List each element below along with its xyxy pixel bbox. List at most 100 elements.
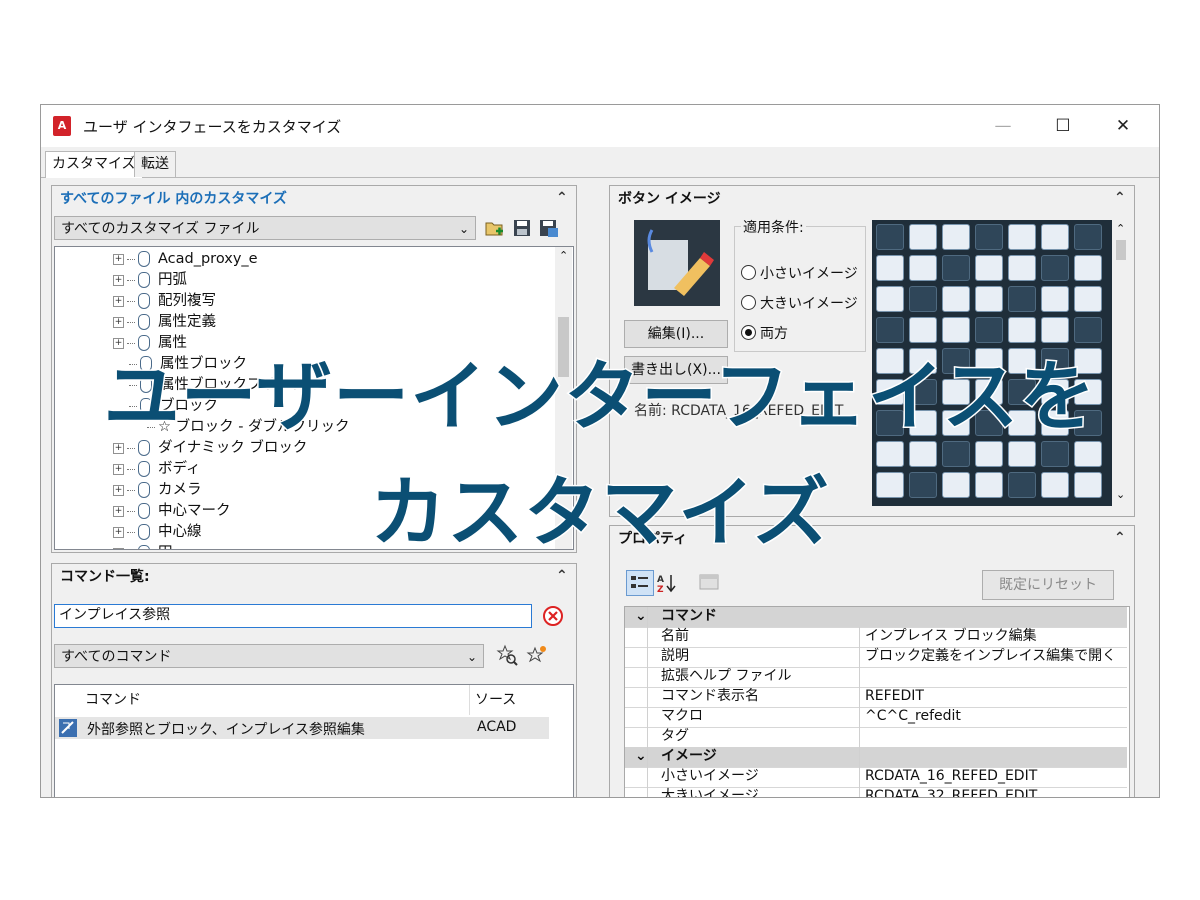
palette-image-icon[interactable] <box>942 224 970 250</box>
property-row[interactable]: コマンド表示名 REFEDIT <box>625 687 1127 708</box>
tree-item[interactable]: + 配列複写 <box>113 291 216 312</box>
palette-image-icon[interactable] <box>975 255 1003 281</box>
palette-image-icon[interactable] <box>942 286 970 312</box>
palette-image-icon[interactable] <box>1041 255 1069 281</box>
property-row[interactable]: 小さいイメージ RCDATA_16_REFED_EDIT <box>625 767 1127 788</box>
maximize-button[interactable]: ☐ <box>1037 109 1089 143</box>
palette-image-icon[interactable] <box>1008 286 1036 312</box>
title-bar: A ユーザ インタフェースをカスタマイズ — ☐ ✕ <box>41 105 1159 147</box>
palette-image-icon[interactable] <box>1041 224 1069 250</box>
command-list-header: コマンド一覧: <box>60 569 150 585</box>
column-header-command[interactable]: コマンド <box>85 689 141 709</box>
palette-image-icon[interactable] <box>975 286 1003 312</box>
mouse-icon <box>138 293 150 309</box>
palette-image-icon[interactable] <box>1074 255 1102 281</box>
collapse-icon[interactable]: ⌃ <box>1114 190 1126 206</box>
palette-image-icon[interactable] <box>975 317 1003 343</box>
tab-customize[interactable]: カスタマイズ <box>45 151 143 178</box>
scroll-up-icon[interactable]: ⌃ <box>559 249 568 262</box>
radio-large-image[interactable]: 大きいイメージ <box>741 293 858 313</box>
new-command-icon[interactable] <box>526 644 548 666</box>
property-row[interactable]: マクロ ^C^C_refedit <box>625 707 1127 728</box>
palette-image-icon[interactable] <box>1041 441 1069 467</box>
tab-transfer[interactable]: 転送 <box>134 151 176 177</box>
scroll-up-icon[interactable]: ⌃ <box>1116 222 1125 235</box>
palette-image-icon[interactable] <box>909 224 937 250</box>
radio-both[interactable]: 両方 <box>741 323 788 343</box>
collapse-icon[interactable]: ⌃ <box>556 568 568 584</box>
property-row[interactable]: 説明 ブロック定義をインプレイス編集で開く <box>625 647 1127 668</box>
mouse-icon <box>138 314 150 330</box>
property-row[interactable]: タグ <box>625 727 1127 748</box>
palette-image-icon[interactable] <box>1074 441 1102 467</box>
palette-image-icon[interactable] <box>1008 441 1036 467</box>
palette-image-icon[interactable] <box>1041 317 1069 343</box>
save-as-icon[interactable] <box>538 218 560 238</box>
palette-image-icon[interactable] <box>876 224 904 250</box>
customizations-header: すべてのファイル 内のカスタマイズ <box>60 191 287 207</box>
palette-image-icon[interactable] <box>876 286 904 312</box>
mouse-icon <box>138 272 150 288</box>
palette-image-icon[interactable] <box>942 317 970 343</box>
customization-file-value: すべてのカスタマイズ ファイル <box>61 221 260 237</box>
palette-image-icon[interactable] <box>1041 286 1069 312</box>
property-row[interactable]: 拡張ヘルプ ファイル <box>625 667 1127 688</box>
scrollbar-thumb[interactable] <box>1116 240 1126 260</box>
palette-image-icon[interactable] <box>1074 317 1102 343</box>
sort-alpha-icon[interactable]: AZ <box>656 572 678 595</box>
tree-item[interactable]: + Acad_proxy_e <box>113 249 258 270</box>
palette-image-icon[interactable] <box>876 255 904 281</box>
edit-image-button[interactable]: 編集(I)... <box>624 320 728 348</box>
palette-image-icon[interactable] <box>975 441 1003 467</box>
large-image-preview-icon <box>634 220 720 306</box>
close-button[interactable]: ✕ <box>1097 109 1149 143</box>
command-filter-value: すべてのコマンド <box>61 649 172 665</box>
command-filter-select[interactable]: すべてのコマンド ⌄ <box>54 644 484 668</box>
tree-item[interactable]: + 属性 <box>113 333 187 354</box>
palette-image-icon[interactable] <box>1074 286 1102 312</box>
tree-item[interactable]: + 円弧 <box>113 270 187 291</box>
mouse-icon <box>138 251 150 267</box>
palette-image-icon[interactable] <box>909 255 937 281</box>
table-row[interactable]: 外部参照とブロック、インプレイス参照編集 ACAD <box>55 717 549 739</box>
command-search-input[interactable]: インプレイス参照 <box>54 604 532 628</box>
save-icon[interactable] <box>512 218 532 238</box>
collapse-category-icon[interactable]: ⌄ <box>635 747 647 766</box>
open-file-icon[interactable] <box>484 218 506 238</box>
column-header-source[interactable]: ソース <box>475 689 516 709</box>
palette-image-icon[interactable] <box>1008 317 1036 343</box>
command-cell: 外部参照とブロック、インプレイス参照編集 <box>87 722 365 738</box>
collapse-icon[interactable]: ⌃ <box>556 190 568 206</box>
property-category[interactable]: ⌄ イメージ <box>625 747 1127 768</box>
find-command-icon[interactable] <box>496 644 518 666</box>
palette-image-icon[interactable] <box>942 441 970 467</box>
tab-strip: カスタマイズ 転送 <box>41 147 1159 178</box>
svg-text:Z: Z <box>657 585 664 594</box>
customization-file-select[interactable]: すべてのカスタマイズ ファイル ⌄ <box>54 216 476 240</box>
palette-image-icon[interactable] <box>909 286 937 312</box>
property-row[interactable]: 大きいイメージ RCDATA_32_REFED_EDIT <box>625 787 1127 797</box>
headline-line-1: ユーザーインターフェイスを <box>102 351 1097 443</box>
palette-image-icon[interactable] <box>909 441 937 467</box>
collapse-category-icon[interactable]: ⌄ <box>635 607 647 626</box>
palette-image-icon[interactable] <box>975 224 1003 250</box>
mouse-icon <box>138 335 150 351</box>
radio-small-image[interactable]: 小さいイメージ <box>741 263 858 283</box>
reset-to-default-button[interactable]: 既定にリセット <box>982 570 1114 600</box>
tree-item[interactable]: + 属性定義 <box>113 312 216 333</box>
properties-panel: プロパティ ⌃ AZ 既定にリセット ⌄ コマンド 名前 インプレイス ブロック編集… <box>609 525 1135 797</box>
property-row[interactable]: 名前 インプレイス ブロック編集 <box>625 627 1127 648</box>
palette-image-icon[interactable] <box>1008 224 1036 250</box>
headline-line-2: カスタマイズ <box>369 467 831 559</box>
palette-image-icon[interactable] <box>942 255 970 281</box>
palette-image-icon[interactable] <box>1008 255 1036 281</box>
palette-image-icon[interactable] <box>876 317 904 343</box>
palette-image-icon[interactable] <box>876 441 904 467</box>
palette-image-icon[interactable] <box>1074 224 1102 250</box>
apply-to-label: 適用条件: <box>741 217 806 237</box>
property-category[interactable]: ⌄ コマンド <box>625 607 1127 628</box>
clear-search-icon[interactable] <box>542 605 564 627</box>
palette-image-icon[interactable] <box>909 317 937 343</box>
minimize-button[interactable]: — <box>977 109 1029 143</box>
categorized-view-icon[interactable] <box>626 570 654 596</box>
